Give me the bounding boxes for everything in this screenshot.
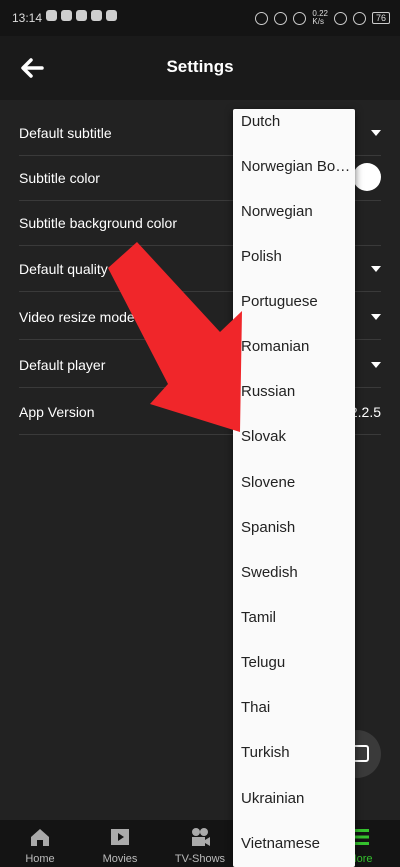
dropdown-caret-icon <box>371 266 381 272</box>
page-title: Settings <box>166 57 234 76</box>
nav-movies[interactable]: Movies <box>80 820 160 867</box>
dropdown-option[interactable]: Spanish <box>241 519 353 549</box>
dropdown-option[interactable]: Slovak <box>241 428 353 458</box>
setting-label: Default player <box>19 357 106 373</box>
dropdown-option[interactable]: Dutch <box>241 113 353 143</box>
dropdown-option[interactable]: Norwegian <box>241 203 353 233</box>
wifi-icon <box>333 11 347 25</box>
notification-icons <box>46 10 117 21</box>
status-time: 13:14 <box>12 11 43 25</box>
home-icon <box>31 829 49 846</box>
dropdown-option[interactable]: Tamil <box>241 609 353 639</box>
setting-label: App Version <box>19 404 95 420</box>
dropdown-option[interactable]: Russian <box>241 383 353 413</box>
dropdown-option[interactable]: Portuguese <box>241 293 353 323</box>
battery-level: 76 <box>375 13 386 23</box>
dropdown-option[interactable]: Romanian <box>241 338 353 368</box>
toggle-knob[interactable] <box>353 163 381 191</box>
network-speed: 0.22 K/s <box>312 9 328 26</box>
dropdown-option[interactable]: Turkish <box>241 744 353 774</box>
vibrate-icon <box>293 11 307 25</box>
nav-home[interactable]: Home <box>0 820 80 867</box>
status-bar: 13:14 0.22 K/s 76 <box>0 0 400 36</box>
dropdown-caret-icon <box>371 362 381 368</box>
nav-label: Movies <box>102 853 138 865</box>
setting-label: Default quality <box>19 261 108 277</box>
dropdown-option[interactable]: Swedish <box>241 564 353 594</box>
dropdown-option[interactable]: Telugu <box>241 654 353 684</box>
tv-shows-icon <box>192 828 210 846</box>
setting-label: Default subtitle <box>19 125 112 141</box>
dropdown-option[interactable]: Ukrainian <box>241 790 353 820</box>
app-bar: Settings <box>0 36 400 100</box>
dropdown-option[interactable]: Vietnamese <box>241 835 353 865</box>
setting-label: Video resize mode <box>19 309 135 325</box>
do-not-disturb-icon <box>274 11 288 25</box>
setting-label: Subtitle color <box>19 170 100 186</box>
setting-label: Subtitle background color <box>19 215 177 231</box>
dropdown-option[interactable]: Polish <box>241 248 353 278</box>
nav-label: TV-Shows <box>174 853 226 865</box>
dropdown-option[interactable]: Norwegian Bo… <box>241 158 353 188</box>
status-right-icons: 0.22 K/s 76 <box>255 10 390 26</box>
signal-icon <box>352 11 366 25</box>
nav-tv-shows[interactable]: TV-Shows <box>160 820 240 867</box>
movies-icon <box>111 829 129 845</box>
dropdown-option[interactable]: Slovene <box>241 474 353 504</box>
nav-label: Home <box>25 853 55 865</box>
language-dropdown-menu: Dutch Norwegian Bo… Norwegian Polish Por… <box>233 109 355 867</box>
dropdown-caret-icon <box>371 130 381 136</box>
battery-icon: 76 <box>371 12 390 24</box>
dropdown-option[interactable]: Thai <box>241 699 353 729</box>
dropdown-caret-icon <box>371 314 381 320</box>
alarm-icon <box>255 11 269 25</box>
